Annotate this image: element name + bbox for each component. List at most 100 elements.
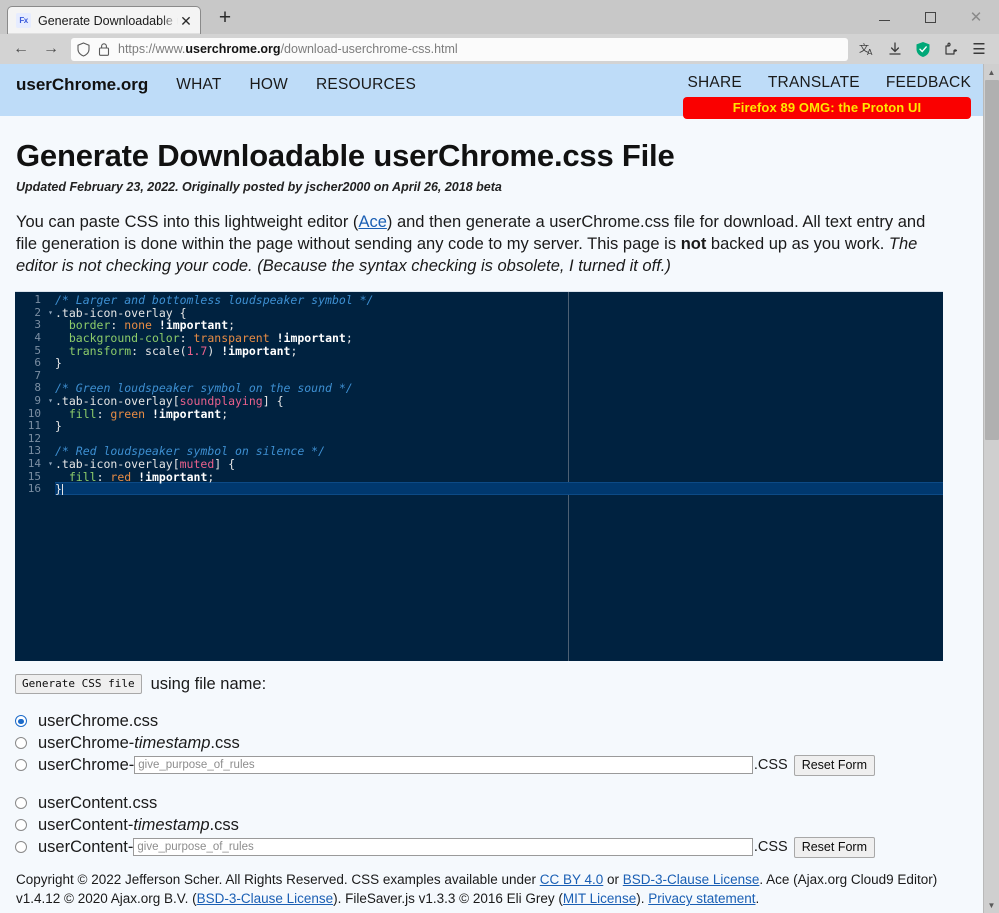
new-tab-button[interactable]: + [211, 4, 239, 32]
gutter-line-number[interactable]: 6 [15, 357, 55, 370]
label-suffix: .css [210, 733, 240, 752]
filename-input-userchrome-custom[interactable] [134, 756, 753, 775]
bsd-license-link-2[interactable]: BSD-3-Clause License [197, 891, 334, 906]
nav-item-share[interactable]: SHARE [687, 72, 741, 94]
code-line: fill: red !important; [55, 469, 943, 484]
gutter-line-number[interactable]: 14 ▾ [15, 457, 55, 471]
tab-title: Generate Downloadable userCh [38, 13, 178, 28]
radio-row-usercontent-plain[interactable]: userContent.css [15, 792, 983, 814]
gutter-line-number[interactable]: 9 ▾ [15, 394, 55, 408]
radio-label-userchrome-custom[interactable]: userChrome- [38, 756, 134, 775]
browser-tab[interactable]: Fx Generate Downloadable userCh ✕ [7, 6, 201, 34]
scroll-down-arrow-icon[interactable]: ▼ [984, 897, 999, 913]
radio-row-userchrome-custom[interactable]: userChrome- .CSS Reset Form [15, 754, 875, 776]
code-token-brace: } [55, 356, 62, 371]
radio-row-usercontent-custom[interactable]: userContent- .CSS Reset Form [15, 836, 875, 858]
page-subtitle: Updated February 23, 2022. Originally po… [16, 180, 502, 194]
using-file-name-label: using file name: [150, 674, 267, 693]
code-token-important: !important [221, 343, 291, 358]
code-token-prop: fill [68, 469, 97, 484]
gutter-line-number[interactable]: 4 [15, 331, 55, 345]
page-title: Generate Downloadable userChrome.css Fil… [16, 138, 675, 173]
nav-item-resources[interactable]: RESOURCES [316, 72, 416, 98]
fold-widget-icon[interactable]: ▾ [48, 458, 53, 471]
reset-form-button[interactable]: Reset Form [793, 754, 875, 776]
intro-text-3: backed up as you work. [706, 234, 889, 253]
radio-row-userchrome-timestamp[interactable]: userChrome-timestamp.css [15, 732, 983, 754]
url-bar[interactable]: https://www.userchrome.org/download-user… [71, 37, 848, 61]
nav-item-feedback[interactable]: FEEDBACK [886, 72, 971, 94]
close-tab-icon[interactable]: ✕ [178, 13, 194, 29]
forward-button[interactable]: → [36, 36, 66, 62]
app-menu-icon[interactable]: ☰ [965, 36, 993, 62]
radio-userchrome-timestamp[interactable] [15, 737, 27, 750]
page-scrollbar[interactable]: ▲ ▼ [983, 64, 999, 913]
code-token-plain: ; [345, 331, 353, 346]
bsd-license-link-1[interactable]: BSD-3-Clause License [623, 872, 760, 887]
radio-label-userchrome-plain[interactable]: userChrome.css [38, 712, 158, 731]
intro-paragraph: You can paste CSS into this lightweight … [16, 212, 946, 277]
fold-widget-icon[interactable]: ▾ [48, 395, 53, 408]
code-token-plain: : [131, 343, 146, 358]
code-token-plain: : [96, 406, 111, 421]
nav-item-translate[interactable]: TRANSLATE [768, 72, 860, 94]
ace-code-editor[interactable]: 1 2 ▾ 3 4 5 6 7 8 9 ▾ 10 11 12 13 14 ▾ 15 16 /* Larger and… [15, 291, 943, 662]
radio-usercontent-timestamp[interactable] [15, 819, 27, 832]
scroll-up-arrow-icon[interactable]: ▲ [984, 64, 999, 80]
radio-label-userchrome-timestamp[interactable]: userChrome-timestamp.css [38, 734, 240, 753]
label-prefix: userContent- [38, 837, 134, 856]
translate-icon[interactable]: 文A [853, 36, 881, 62]
radio-row-usercontent-timestamp[interactable]: userContent-timestamp.css [15, 814, 983, 836]
protection-shield-icon[interactable] [909, 36, 937, 62]
nav-item-how[interactable]: HOW [250, 72, 288, 98]
minimize-button[interactable] [861, 0, 907, 34]
footer-text-2: or [603, 872, 623, 888]
page-content: userChrome.org WHAT HOW RESOURCES SHARE … [0, 64, 983, 913]
code-token-fn: scale( [145, 343, 187, 358]
footer-text-1: Copyright © 2022 Jefferson Scher. All Ri… [16, 872, 540, 888]
favicon-icon: Fx [16, 13, 31, 28]
radio-userchrome-custom[interactable] [15, 759, 27, 772]
gutter-line-number[interactable]: 1 [15, 294, 55, 307]
file-name-options: userChrome.css userChrome-timestamp.css us… [0, 710, 983, 858]
nav-item-what[interactable]: WHAT [176, 72, 221, 98]
generate-css-file-button[interactable]: Generate CSS file [15, 674, 142, 695]
radio-label-usercontent-plain[interactable]: userContent.css [38, 794, 157, 813]
reset-form-button[interactable]: Reset Form [793, 836, 875, 858]
code-token-brace: } [55, 482, 62, 497]
scrollbar-thumb[interactable] [985, 80, 999, 440]
fold-widget-icon[interactable]: ▾ [48, 307, 53, 320]
code-line: fill: green !important; [55, 406, 943, 421]
radio-usercontent-plain[interactable] [15, 797, 27, 810]
proton-ui-banner[interactable]: Firefox 89 OMG: the Proton UI [683, 97, 971, 119]
generate-row: Generate CSS file using file name: [15, 674, 983, 695]
code-token-brace: } [55, 419, 62, 434]
maximize-button[interactable] [907, 0, 953, 34]
close-window-button[interactable]: ✕ [953, 0, 999, 34]
extension-icon[interactable] [937, 36, 965, 62]
cc-by-link[interactable]: CC BY 4.0 [540, 872, 604, 887]
code-token-brace: { [276, 394, 284, 409]
label-prefix: userContent- [38, 815, 134, 834]
radio-userchrome-plain[interactable] [15, 715, 27, 728]
code-line: } [55, 483, 943, 496]
radio-label-usercontent-custom[interactable]: userContent- [38, 838, 133, 857]
ace-link[interactable]: Ace [358, 213, 386, 231]
radio-label-usercontent-timestamp[interactable]: userContent-timestamp.css [38, 816, 239, 835]
mit-license-link[interactable]: MIT License [563, 891, 636, 906]
radio-usercontent-custom[interactable] [15, 841, 27, 854]
editor-code-area[interactable]: /* Larger and bottomless loudspeaker sym… [55, 294, 943, 496]
code-token-selector: ] [262, 394, 277, 409]
editor-gutter[interactable]: 1 2 ▾ 3 4 5 6 7 8 9 ▾ 10 11 12 13 14 ▾ 15 16 [15, 292, 55, 662]
downloads-icon[interactable] [881, 36, 909, 62]
back-button[interactable]: ← [6, 36, 36, 62]
radio-row-userchrome-plain[interactable]: userChrome.css [15, 710, 983, 732]
privacy-statement-link[interactable]: Privacy statement [648, 891, 755, 906]
filename-input-usercontent-custom[interactable] [133, 838, 753, 857]
css-extension-label: .CSS [753, 839, 788, 856]
gutter-line-number[interactable]: 16 [15, 483, 55, 496]
site-brand[interactable]: userChrome.org [16, 72, 148, 98]
gutter-line-number[interactable]: 11 [15, 420, 55, 433]
code-token-prop: fill [68, 406, 97, 421]
